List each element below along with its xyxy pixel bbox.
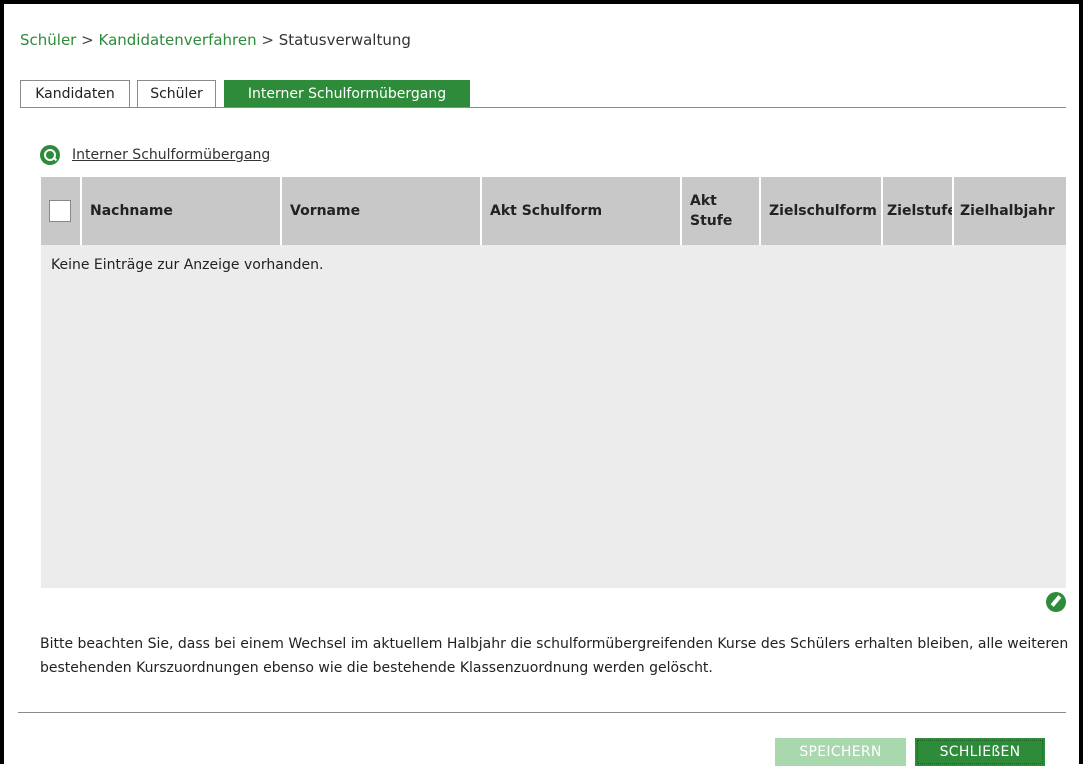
tab-kandidaten[interactable]: Kandidaten bbox=[20, 80, 130, 107]
breadcrumb-separator: > bbox=[81, 31, 94, 49]
tab-schueler[interactable]: Schüler bbox=[137, 80, 216, 107]
info-note: Bitte beachten Sie, dass bei einem Wechs… bbox=[40, 636, 1069, 676]
edit-icon[interactable] bbox=[1046, 592, 1066, 612]
column-header-zielschulform[interactable]: Zielschulform bbox=[761, 177, 883, 245]
column-header-zielhalbjahr[interactable]: Zielhalbjahr bbox=[954, 177, 1066, 245]
table-header: Nachname Vorname Akt Schulform Akt Stufe… bbox=[41, 177, 1066, 245]
empty-table-message: Keine Einträge zur Anzeige vorhanden. bbox=[51, 257, 324, 273]
breadcrumb-current: Statusverwaltung bbox=[278, 31, 411, 49]
column-header-vorname[interactable]: Vorname bbox=[282, 177, 482, 245]
tab-divider bbox=[20, 107, 1066, 108]
close-button[interactable]: SCHLIEßEN bbox=[915, 738, 1045, 766]
column-header-akt-stufe[interactable]: Akt Stufe bbox=[682, 177, 761, 245]
section-header: Interner Schulformübergang bbox=[40, 144, 270, 166]
breadcrumb-separator: > bbox=[261, 31, 274, 49]
candidates-table: Nachname Vorname Akt Schulform Akt Stufe… bbox=[41, 177, 1066, 588]
search-icon[interactable] bbox=[40, 145, 60, 165]
column-header-nachname[interactable]: Nachname bbox=[82, 177, 282, 245]
footer-divider bbox=[18, 712, 1066, 713]
column-header-zielstufe[interactable]: Zielstufe bbox=[883, 177, 954, 245]
section-title-link[interactable]: Interner Schulformübergang bbox=[72, 147, 270, 163]
column-header-akt-schulform[interactable]: Akt Schulform bbox=[482, 177, 682, 245]
tab-interner-schulformuebergang[interactable]: Interner Schulformübergang bbox=[224, 80, 470, 107]
breadcrumb-item-schueler[interactable]: Schüler bbox=[20, 31, 76, 49]
select-all-checkbox[interactable] bbox=[49, 200, 71, 222]
breadcrumb-item-kandidatenverfahren[interactable]: Kandidatenverfahren bbox=[99, 31, 257, 49]
select-all-cell bbox=[41, 177, 82, 245]
save-button[interactable]: SPEICHERN bbox=[775, 738, 906, 766]
breadcrumb: Schüler > Kandidatenverfahren > Statusve… bbox=[20, 30, 411, 50]
